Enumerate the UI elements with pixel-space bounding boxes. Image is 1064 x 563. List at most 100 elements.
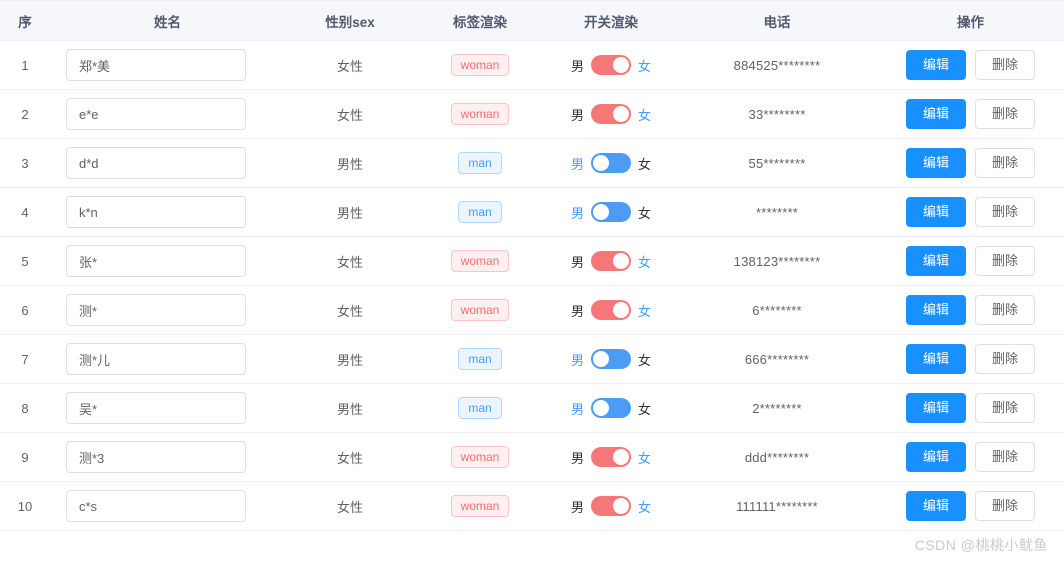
gender-switch-group: 男女 — [549, 55, 673, 75]
tag-cell: woman — [415, 285, 545, 335]
gender-switch-group: 男女 — [549, 398, 673, 418]
gender-toggle-switch[interactable] — [591, 300, 631, 320]
edit-button[interactable]: 编辑 — [905, 197, 966, 227]
gender-toggle-switch[interactable] — [591, 251, 631, 271]
name-input[interactable] — [66, 490, 246, 522]
action-cell: 编辑 删除 — [877, 481, 1064, 531]
switch-knob — [593, 155, 609, 171]
row-index: 4 — [0, 187, 50, 237]
edit-button[interactable]: 编辑 — [905, 295, 966, 325]
action-cell: 编辑 删除 — [877, 40, 1064, 90]
edit-button[interactable]: 编辑 — [905, 393, 966, 423]
switch-cell: 男女 — [545, 187, 677, 237]
edit-button[interactable]: 编辑 — [905, 148, 966, 178]
delete-button[interactable]: 删除 — [975, 50, 1036, 80]
gender-toggle-switch[interactable] — [591, 104, 631, 124]
edit-button[interactable]: 编辑 — [905, 246, 966, 276]
edit-button[interactable]: 编辑 — [905, 344, 966, 374]
name-cell — [50, 187, 285, 237]
name-input[interactable] — [66, 245, 246, 277]
switch-label-male: 男 — [570, 254, 584, 270]
delete-button[interactable]: 删除 — [975, 491, 1036, 521]
switch-label-female: 女 — [638, 450, 652, 466]
watermark: CSDN @桃桃小鱿鱼 — [914, 537, 1048, 553]
switch-cell: 男女 — [545, 432, 677, 482]
gender-toggle-switch[interactable] — [591, 398, 631, 418]
phone-cell: ******** — [677, 187, 877, 237]
switch-knob — [613, 57, 629, 73]
name-input[interactable] — [66, 147, 246, 179]
sex-cell: 男性 — [285, 334, 415, 384]
gender-switch-group: 男女 — [549, 300, 673, 320]
gender-tag: woman — [450, 250, 510, 272]
tag-cell: man — [415, 138, 545, 188]
gender-toggle-switch[interactable] — [591, 349, 631, 369]
name-input[interactable] — [66, 294, 246, 326]
gender-tag: woman — [450, 54, 510, 76]
action-cell: 编辑 删除 — [877, 187, 1064, 237]
phone-cell: 884525******** — [677, 40, 877, 90]
gender-toggle-switch[interactable] — [591, 153, 631, 173]
sex-cell: 女性 — [285, 236, 415, 286]
action-cell: 编辑 删除 — [877, 236, 1064, 286]
name-cell — [50, 40, 285, 90]
name-input[interactable] — [66, 49, 246, 81]
row-index: 1 — [0, 40, 50, 90]
name-cell — [50, 138, 285, 188]
user-data-table: 序 姓名 性别sex 标签渲染 开关渲染 电话 操作 1女性woman男女884… — [0, 0, 1064, 531]
gender-toggle-switch[interactable] — [591, 202, 631, 222]
tag-cell: woman — [415, 89, 545, 139]
row-index: 10 — [0, 481, 50, 531]
switch-label-female: 女 — [638, 205, 652, 221]
switch-knob — [593, 400, 609, 416]
phone-cell: 6******** — [677, 285, 877, 335]
sex-cell: 女性 — [285, 89, 415, 139]
switch-knob — [593, 204, 609, 220]
gender-toggle-switch[interactable] — [591, 447, 631, 467]
delete-button[interactable]: 删除 — [975, 148, 1036, 178]
gender-tag: man — [458, 348, 502, 370]
name-input[interactable] — [66, 343, 246, 375]
switch-label-female: 女 — [638, 58, 652, 74]
column-header-sex: 性别sex — [285, 0, 415, 41]
edit-button[interactable]: 编辑 — [905, 99, 966, 129]
name-input[interactable] — [66, 392, 246, 424]
gender-tag: woman — [450, 299, 510, 321]
edit-button[interactable]: 编辑 — [905, 491, 966, 521]
gender-toggle-switch[interactable] — [591, 55, 631, 75]
switch-cell: 男女 — [545, 383, 677, 433]
row-index: 5 — [0, 236, 50, 286]
sex-cell: 女性 — [285, 40, 415, 90]
table-row: 2女性woman男女33********编辑删除 — [0, 89, 1064, 139]
name-input[interactable] — [66, 441, 246, 473]
switch-cell: 男女 — [545, 285, 677, 335]
switch-label-male: 男 — [570, 156, 584, 172]
switch-label-female: 女 — [638, 303, 652, 319]
delete-button[interactable]: 删除 — [975, 99, 1036, 129]
table-row: 9女性woman男女ddd********编辑删除 — [0, 432, 1064, 482]
gender-toggle-switch[interactable] — [591, 496, 631, 516]
delete-button[interactable]: 删除 — [975, 295, 1036, 325]
edit-button[interactable]: 编辑 — [905, 50, 966, 80]
switch-label-male: 男 — [570, 450, 584, 466]
delete-button[interactable]: 删除 — [975, 344, 1036, 374]
gender-switch-group: 男女 — [549, 447, 673, 467]
switch-cell: 男女 — [545, 138, 677, 188]
tag-cell: woman — [415, 432, 545, 482]
action-cell: 编辑 删除 — [877, 89, 1064, 139]
switch-cell: 男女 — [545, 40, 677, 90]
sex-cell: 女性 — [285, 285, 415, 335]
sex-cell: 女性 — [285, 481, 415, 531]
name-input[interactable] — [66, 98, 246, 130]
switch-cell: 男女 — [545, 236, 677, 286]
delete-button[interactable]: 删除 — [975, 197, 1036, 227]
action-cell: 编辑 删除 — [877, 383, 1064, 433]
switch-label-male: 男 — [570, 303, 584, 319]
name-input[interactable] — [66, 196, 246, 228]
delete-button[interactable]: 删除 — [975, 246, 1036, 276]
gender-switch-group: 男女 — [549, 349, 673, 369]
row-index: 6 — [0, 285, 50, 335]
delete-button[interactable]: 删除 — [975, 393, 1036, 423]
delete-button[interactable]: 删除 — [975, 442, 1036, 472]
edit-button[interactable]: 编辑 — [905, 442, 966, 472]
